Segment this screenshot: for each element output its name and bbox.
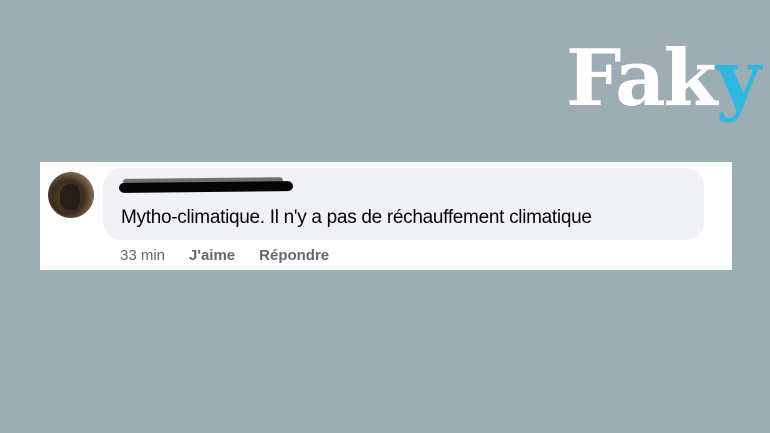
comment-bubble: Mytho-climatique. Il n'y a pas de réchau… [103, 168, 704, 240]
logo-text-main: Fak [566, 33, 718, 124]
author-name-redacted[interactable] [118, 181, 294, 193]
comment-card: Mytho-climatique. Il n'y a pas de réchau… [40, 162, 732, 270]
comment-text: Mytho-climatique. Il n'y a pas de réchau… [121, 207, 592, 228]
faky-logo: Faky [566, 40, 761, 118]
comment-actions: 33 min J'aime Répondre [120, 247, 353, 264]
avatar-silhouette [60, 184, 80, 210]
like-button[interactable]: J'aime [189, 247, 235, 264]
avatar[interactable] [48, 172, 94, 218]
reply-button[interactable]: Répondre [259, 247, 329, 264]
comment-timestamp[interactable]: 33 min [120, 247, 165, 264]
logo-text-accent: y [715, 33, 761, 124]
